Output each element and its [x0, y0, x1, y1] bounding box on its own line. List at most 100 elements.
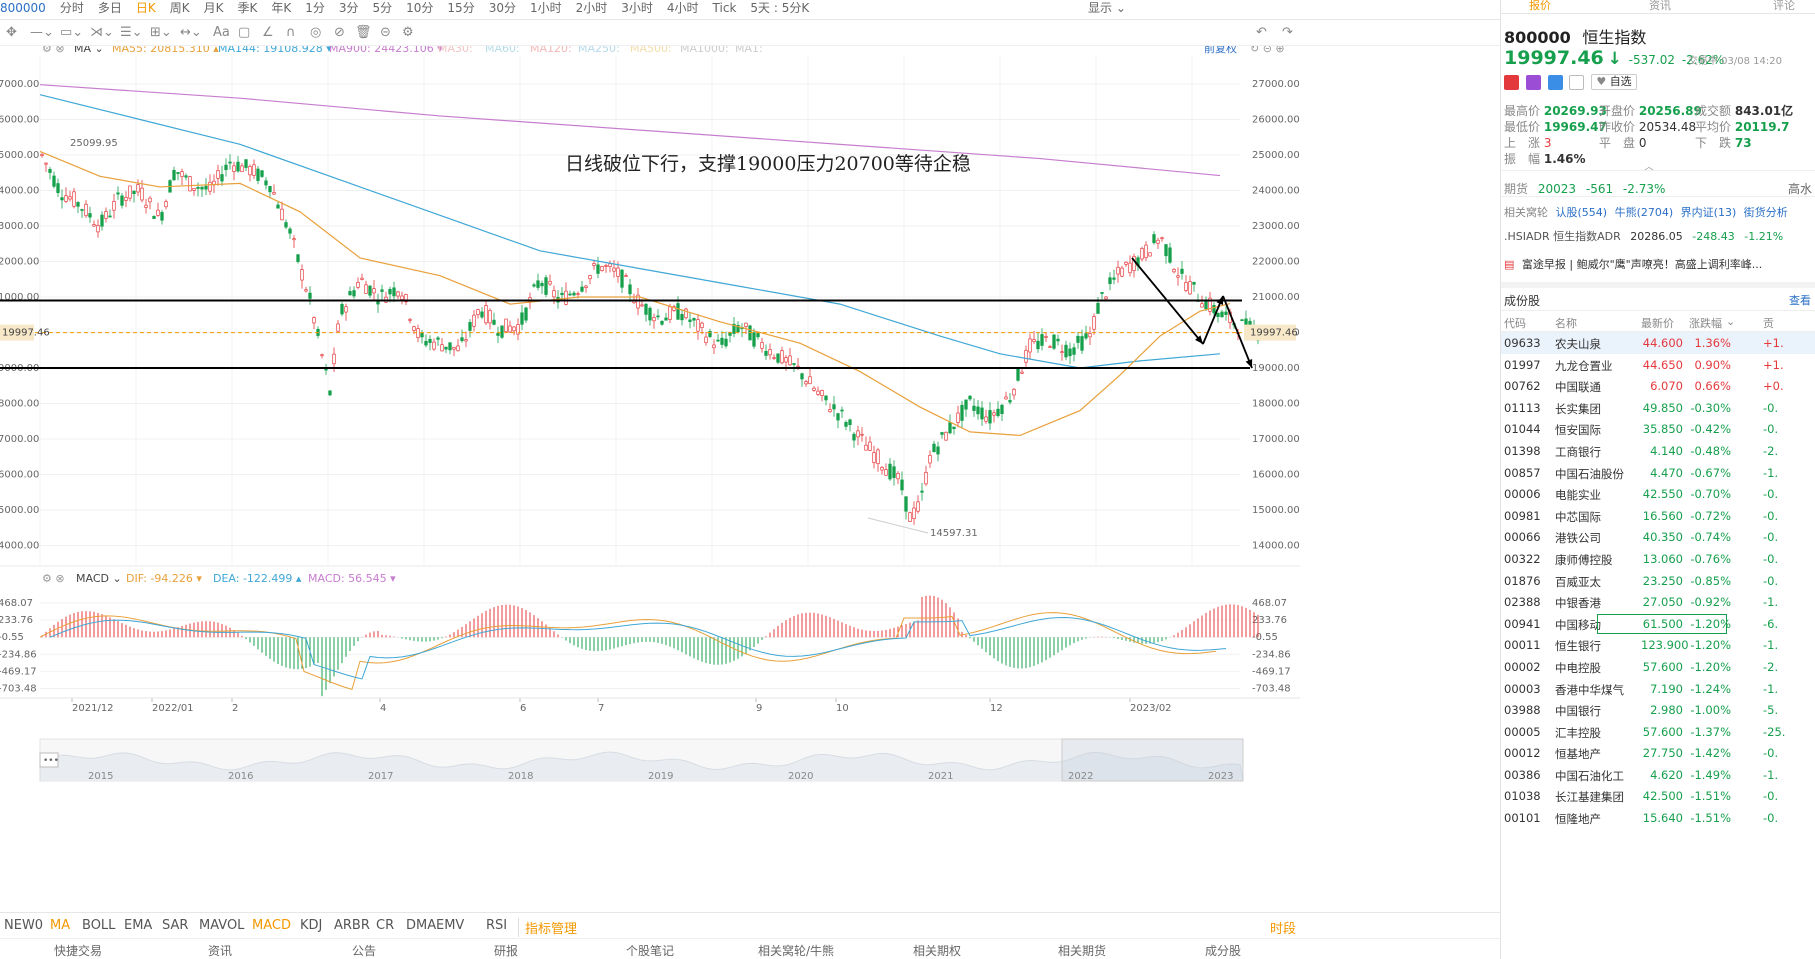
- table-row[interactable]: 09633 农夫山泉 44.600 1.36% +1.: [1501, 332, 1815, 354]
- timeframe-8[interactable]: 1分: [305, 0, 325, 16]
- tag-icon[interactable]: [1547, 74, 1563, 90]
- timeframe-1[interactable]: 分时: [60, 0, 84, 16]
- timeframe-2[interactable]: 多日: [98, 0, 122, 16]
- table-row[interactable]: 02388 中银香港 27.050 -0.92% -1.: [1501, 591, 1815, 613]
- hide-icon[interactable]: ⊘: [334, 25, 345, 40]
- arrow-tool-icon[interactable]: ↔⌄: [180, 25, 202, 40]
- table-row[interactable]: 01113 长实集团 49.850 -0.30% -0.: [1501, 397, 1815, 419]
- rect-tool-icon[interactable]: ▭⌄: [60, 25, 83, 40]
- info-tab-7[interactable]: 相关期货: [1058, 942, 1106, 959]
- table-row[interactable]: 00941 中国移动 61.500 -1.20% -6.: [1501, 612, 1815, 635]
- trash-icon[interactable]: 🗑: [355, 25, 372, 40]
- indicator-tab-macd[interactable]: MACD: [252, 918, 291, 933]
- indicator-tab-arbr[interactable]: ARBR: [334, 918, 370, 933]
- timeframe-4[interactable]: 周K: [170, 0, 190, 16]
- plugin-icon[interactable]: [1525, 74, 1541, 90]
- info-tab-8[interactable]: 成分股: [1205, 942, 1241, 959]
- timeframe-5[interactable]: 月K: [204, 0, 224, 16]
- indicator-tab-dma[interactable]: DMA: [406, 918, 436, 933]
- gann-tool-icon[interactable]: ⊞⌄: [150, 25, 172, 40]
- related-cbbc-link[interactable]: 牛熊(2704): [1615, 206, 1674, 219]
- info-tab-4[interactable]: 个股笔记: [626, 942, 674, 959]
- magnet-icon[interactable]: ∩: [286, 25, 296, 40]
- table-row[interactable]: 00012 恒基地产 27.750 -1.42% -0.: [1501, 742, 1815, 764]
- fib-tool-icon[interactable]: ☰⌄: [120, 25, 143, 40]
- table-row[interactable]: 00066 港铁公司 40.350 -0.74% -0.: [1501, 526, 1815, 548]
- table-row[interactable]: 01038 长江基建集团 42.500 -1.51% -0.: [1501, 785, 1815, 807]
- tab-comments[interactable]: 评论: [1773, 0, 1795, 13]
- table-row[interactable]: 00386 中国石油化工 4.620 -1.49% -1.: [1501, 764, 1815, 786]
- table-row[interactable]: 00762 中国联通 6.070 0.66% +0.: [1501, 375, 1815, 397]
- indicator-tab-mavol[interactable]: MAVOL: [199, 918, 244, 933]
- eye-icon[interactable]: ◎: [310, 25, 321, 40]
- table-row[interactable]: 00981 中芯国际 16.560 -0.72% -0.: [1501, 505, 1815, 527]
- indicator-tab-kdj[interactable]: KDJ: [300, 918, 322, 933]
- table-row[interactable]: 00101 恒隆地产 15.640 -1.51% -0.: [1501, 807, 1815, 829]
- indicator-tab-sar[interactable]: SAR: [162, 918, 188, 933]
- timeframe-7[interactable]: 年K: [271, 0, 291, 16]
- timeframe-6[interactable]: 季K: [237, 0, 257, 16]
- indicator-tab-emv[interactable]: EMV: [436, 918, 464, 933]
- table-row[interactable]: 00857 中国石油股份 4.470 -0.67% -1.: [1501, 462, 1815, 484]
- settings-icon[interactable]: ⚙: [402, 25, 414, 40]
- related-inline-link[interactable]: 界内证(13): [1681, 206, 1737, 219]
- timeframe-3[interactable]: 日K: [136, 0, 156, 16]
- col-code[interactable]: 代码: [1504, 315, 1526, 331]
- tab-quote[interactable]: 报价: [1529, 0, 1551, 13]
- col-contrib[interactable]: 贡: [1763, 315, 1774, 331]
- indicator-tab-new0[interactable]: NEW0: [4, 918, 43, 933]
- indicator-tab-ema[interactable]: EMA: [124, 918, 152, 933]
- timeframe-14[interactable]: 1小时: [530, 0, 562, 16]
- timeframe-15[interactable]: 2小时: [576, 0, 608, 16]
- table-row[interactable]: 00011 恒生银行 123.900 -1.20% -1.: [1501, 634, 1815, 656]
- table-row[interactable]: 01997 九龙仓置业 44.650 0.90% +1.: [1501, 354, 1815, 376]
- indicator-tab-cr[interactable]: CR: [376, 918, 394, 933]
- info-tab-2[interactable]: 公告: [352, 942, 376, 959]
- timeframe-16[interactable]: 3小时: [621, 0, 653, 16]
- timeframe-19[interactable]: 5天 : 5分K: [750, 0, 809, 16]
- timeframe-11[interactable]: 10分: [406, 0, 433, 16]
- text-tool-icon[interactable]: Aa: [213, 25, 230, 40]
- adr-name[interactable]: .HSIADR 恒生指数ADR: [1504, 230, 1621, 243]
- timeframe-18[interactable]: Tick: [713, 0, 737, 16]
- undo-icon[interactable]: ↶: [1256, 25, 1267, 40]
- table-row[interactable]: 00322 康师傅控股 13.060 -0.76% -0.: [1501, 548, 1815, 570]
- info-tab-1[interactable]: 资讯: [208, 942, 232, 959]
- timeframe-0[interactable]: 800000: [0, 0, 46, 16]
- table-row[interactable]: 00002 中电控股 57.600 -1.20% -2.: [1501, 656, 1815, 678]
- timeframe-10[interactable]: 5分: [373, 0, 393, 16]
- sort-icon[interactable]: ⌄: [1726, 315, 1735, 328]
- timeframe-12[interactable]: 15分: [447, 0, 474, 16]
- display-dropdown[interactable]: 显示 ⌄: [1088, 0, 1126, 16]
- table-row[interactable]: 00005 汇丰控股 57.600 -1.37% -25.: [1501, 721, 1815, 743]
- period-button[interactable]: 时段: [1270, 918, 1296, 937]
- col-price[interactable]: 最新价: [1641, 315, 1674, 331]
- related-warrants-link[interactable]: 认股(554): [1556, 206, 1608, 219]
- timeframe-13[interactable]: 30分: [489, 0, 516, 16]
- table-row[interactable]: 01398 工商银行 4.140 -0.48% -2.: [1501, 440, 1815, 462]
- info-tab-6[interactable]: 相关期权: [913, 942, 961, 959]
- info-tab-5[interactable]: 相关窝轮/牛熊: [758, 942, 834, 959]
- watchlist-button[interactable]: ♥ 自选: [1591, 74, 1637, 90]
- line-tool-icon[interactable]: —⌄: [30, 25, 54, 40]
- constituents-more-link[interactable]: 查看: [1789, 292, 1811, 308]
- redo-icon[interactable]: ↷: [1282, 25, 1293, 40]
- indicator-tab-ma[interactable]: MA: [50, 918, 70, 933]
- table-row[interactable]: 01876 百威亚太 23.250 -0.85% -0.: [1501, 570, 1815, 592]
- comment-icon[interactable]: ▢: [238, 25, 250, 40]
- indicator-tab-boll[interactable]: BOLL: [82, 918, 115, 933]
- indicator-tab-rsi[interactable]: RSI: [486, 918, 507, 933]
- timeframe-9[interactable]: 3分: [339, 0, 359, 16]
- link-icon[interactable]: ⊝: [380, 25, 391, 40]
- doc-icon[interactable]: [1569, 74, 1585, 90]
- timeframe-17[interactable]: 4小时: [667, 0, 699, 16]
- crosshair-icon[interactable]: ✥: [6, 25, 17, 40]
- street-analysis-link[interactable]: 街货分析: [1744, 206, 1788, 219]
- table-row[interactable]: 00003 香港中华煤气 7.190 -1.24% -1.: [1501, 678, 1815, 700]
- tab-news[interactable]: 资讯: [1649, 0, 1671, 13]
- info-tab-3[interactable]: 研报: [494, 942, 518, 959]
- kline-chart[interactable]: 27000.0026000.0025000.0024000.0023000.00…: [0, 46, 1300, 912]
- table-row[interactable]: 03988 中国银行 2.980 -1.00% -5.: [1501, 699, 1815, 721]
- table-row[interactable]: 01044 恒安国际 35.850 -0.42% -0.: [1501, 418, 1815, 440]
- table-row[interactable]: 00006 电能实业 42.550 -0.70% -0.: [1501, 483, 1815, 505]
